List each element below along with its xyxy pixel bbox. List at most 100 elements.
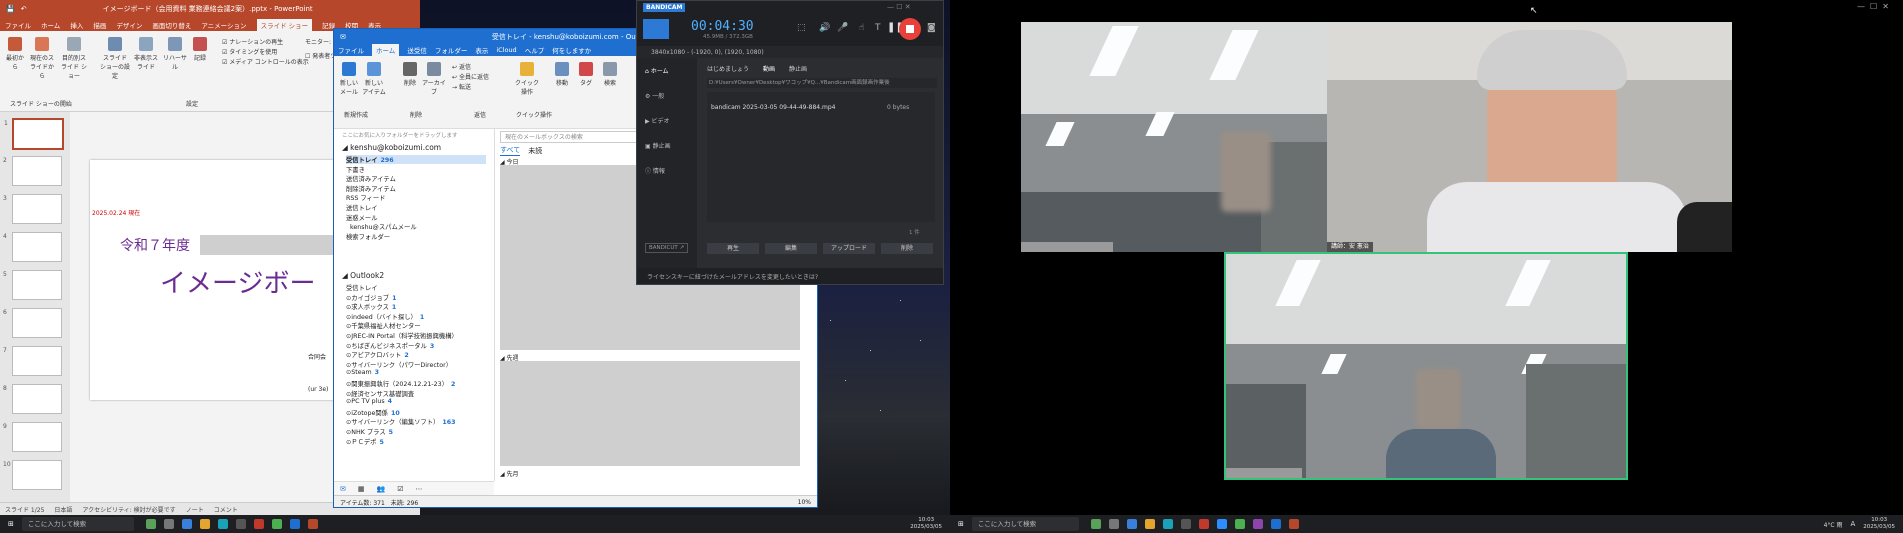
language-indicator[interactable]: A <box>1851 520 1856 528</box>
slide-thumbnail[interactable]: 4 <box>3 232 62 262</box>
capture-area-bar[interactable]: 3840x1080 - (-1920, 0), (1920, 1080) <box>637 46 943 58</box>
calendar-icon[interactable]: ▦ <box>358 485 365 493</box>
file-list[interactable]: bandicam 2025-03-05 09-44-49-884.mp4 0 b… <box>707 92 935 222</box>
archive-button[interactable]: アーカイブ <box>422 62 446 96</box>
play-button[interactable]: 再生 <box>707 243 759 254</box>
windows-start-icon[interactable]: ⊞ <box>958 520 964 528</box>
taskbar-clock[interactable]: 10:03 2025/03/05 <box>1863 517 1895 531</box>
taskbar-clock[interactable]: 10:03 2025/03/05 <box>910 517 942 531</box>
task-view-icon[interactable] <box>163 519 174 529</box>
nav-general[interactable]: ⚙ 一般 <box>645 91 664 100</box>
folder-item[interactable]: ⊙ちばぎんビジネスポータル 3 <box>346 341 434 350</box>
media-controls-checkbox[interactable]: ☑ メディア コントロールの表示 <box>222 57 309 66</box>
file-name[interactable]: bandicam 2025-03-05 09-44-49-884.mp4 <box>711 104 836 111</box>
stop-record-button[interactable] <box>899 18 921 40</box>
slide-thumbnail[interactable]: 10 <box>3 460 62 490</box>
folder-item[interactable]: 迷惑メール <box>346 213 380 222</box>
tab-getting-started[interactable]: はじめましょう <box>707 64 749 73</box>
participant-video-tile[interactable] <box>1021 22 1327 252</box>
tab-file[interactable]: ファイル <box>338 45 364 55</box>
app-icon[interactable] <box>199 519 210 529</box>
folder-item[interactable]: ⊙JREC-IN Portal（科学技術振興機構） <box>346 331 461 340</box>
folder-item[interactable]: 送信トレイ <box>346 203 380 212</box>
outlook-taskbar-icon[interactable] <box>289 519 300 529</box>
window-controls[interactable]: — ☐ ✕ <box>1857 2 1889 11</box>
tell-me-search[interactable]: 何をしますか <box>552 45 591 55</box>
tags-button[interactable]: タグ <box>576 62 596 87</box>
text-icon[interactable]: T <box>875 23 881 33</box>
folder-item[interactable]: 下書き <box>346 165 368 174</box>
folder-item[interactable]: ⊙カイゴジョブ 1 <box>346 293 396 302</box>
zoom-icon[interactable] <box>1216 519 1227 529</box>
slide-thumbnail[interactable]: 2 <box>3 156 62 186</box>
new-items-button[interactable]: 新しいアイテム <box>362 62 386 96</box>
nav-image[interactable]: ▣ 静止画 <box>645 141 671 150</box>
output-folder-path[interactable]: D:¥Users¥Owner¥Desktop¥ワコップ¥Q...¥Bandica… <box>707 78 937 88</box>
speaker-video-tile[interactable]: 講師：安 憲治 <box>1327 22 1732 252</box>
tab-send-receive[interactable]: 送受信 <box>407 45 427 55</box>
from-current-button[interactable]: 現在のスライドから <box>28 37 56 80</box>
camera-icon[interactable]: ◙ <box>927 23 936 33</box>
folder-item[interactable]: ⊙サイバーリンク（編集ソフト） 163 <box>346 417 455 426</box>
outlook-taskbar-icon[interactable] <box>1270 519 1281 529</box>
tab-image[interactable]: 静止画 <box>789 64 807 73</box>
tasks-icon[interactable]: ☑ <box>397 485 403 493</box>
nav-home[interactable]: ⌂ ホーム <box>645 66 669 75</box>
taskbar-search-input[interactable]: ここに入力して検索 <box>21 517 134 531</box>
account-header[interactable]: ◢ kenshu@koboizumi.com <box>342 143 441 152</box>
tab-icloud[interactable]: iCloud <box>496 46 516 54</box>
rehearse-button[interactable]: リハーサル <box>162 37 188 71</box>
reply-all-button[interactable]: ↩ 全員に返信 <box>452 72 489 81</box>
slide-thumbnail[interactable]: 3 <box>3 194 62 224</box>
from-beginning-button[interactable]: 最初から <box>4 37 26 71</box>
chrome-icon[interactable] <box>271 519 282 529</box>
folder-item[interactable]: ⊙千葉県福祉人材センター <box>346 321 424 330</box>
speaker-icon[interactable]: 🔊 <box>819 23 830 33</box>
tab-insert[interactable]: 挿入 <box>70 20 83 30</box>
window-controls[interactable]: — ☐ ✕ <box>887 3 911 11</box>
tab-design[interactable]: デザイン <box>116 20 142 30</box>
move-button[interactable]: 移動 <box>552 62 572 87</box>
folder-item[interactable]: ⊙PC TV plus 4 <box>346 398 392 405</box>
reply-button[interactable]: ↩ 返信 <box>452 62 471 71</box>
taskbar-search-input[interactable]: ここに入力して検索 <box>971 517 1079 531</box>
folder-item[interactable]: 受信トレイ <box>346 283 380 292</box>
app-icon[interactable] <box>1180 519 1191 529</box>
cursor-icon[interactable]: ☝ <box>859 23 864 33</box>
folder-item[interactable]: ⊙関東振興執行（2024.12.21-23） 2 <box>346 379 455 388</box>
folder-item[interactable]: ⊙求人ボックス 1 <box>346 302 396 311</box>
mail-icon[interactable]: ✉ <box>340 485 346 493</box>
folder-item[interactable]: 送信済みアイテム <box>346 174 399 183</box>
edit-button[interactable]: 編集 <box>765 243 817 254</box>
save-icon[interactable]: 💾 <box>6 5 15 13</box>
bandicam-window[interactable]: BANDICAM 00:04:30 45.9MB / 372.3GB ⬚ 🔊 🎤… <box>636 0 944 285</box>
tab-help[interactable]: ヘルプ <box>525 45 545 55</box>
filter-unread[interactable]: 未読 <box>528 146 542 156</box>
folder-item[interactable]: ⊙サイバーリンク（パワーDirector） <box>346 360 455 369</box>
upload-button[interactable]: アップロード <box>823 243 875 254</box>
new-mail-button[interactable]: 新しいメール <box>338 62 360 96</box>
app-icon[interactable] <box>181 519 192 529</box>
app-icon[interactable] <box>235 519 246 529</box>
nav-video[interactable]: ▶ ビデオ <box>645 116 670 125</box>
quick-steps-button[interactable]: クイック操作 <box>514 62 540 96</box>
powerpoint-titlebar[interactable]: 💾 ↶ イメージボード（会用資料 業務連絡会議2案）.pptx - PowerP… <box>0 0 420 18</box>
hide-slide-button[interactable]: 非表示スライド <box>134 37 158 71</box>
weather-icon[interactable] <box>1090 519 1101 529</box>
weather-icon[interactable] <box>145 519 156 529</box>
tab-slideshow[interactable]: スライド ショー <box>256 18 313 31</box>
tab-home[interactable]: ホーム <box>372 44 400 56</box>
group-header-last-month[interactable]: ◢ 先月 <box>500 469 519 478</box>
tab-animations[interactable]: アニメーション <box>201 20 246 30</box>
folder-item[interactable]: 受信トレイ 296 <box>346 155 486 164</box>
setup-show-button[interactable]: スライド ショーの設定 <box>100 37 130 80</box>
screen-mode-button[interactable] <box>643 19 669 39</box>
tab-folder[interactable]: フォルダー <box>435 45 468 55</box>
active-participant-video-tile[interactable] <box>1224 252 1628 480</box>
tab-transitions[interactable]: 画面切り替え <box>152 20 191 30</box>
slide-thumbnail[interactable]: 9 <box>3 422 62 452</box>
folder-item[interactable]: ⊙iZotope関係 10 <box>346 408 400 417</box>
folder-item[interactable]: kenshu@スパムメール <box>350 222 420 231</box>
narration-checkbox[interactable]: ☑ ナレーションの再生 <box>222 37 283 46</box>
folder-item[interactable]: 削除済みアイテム <box>346 184 399 193</box>
